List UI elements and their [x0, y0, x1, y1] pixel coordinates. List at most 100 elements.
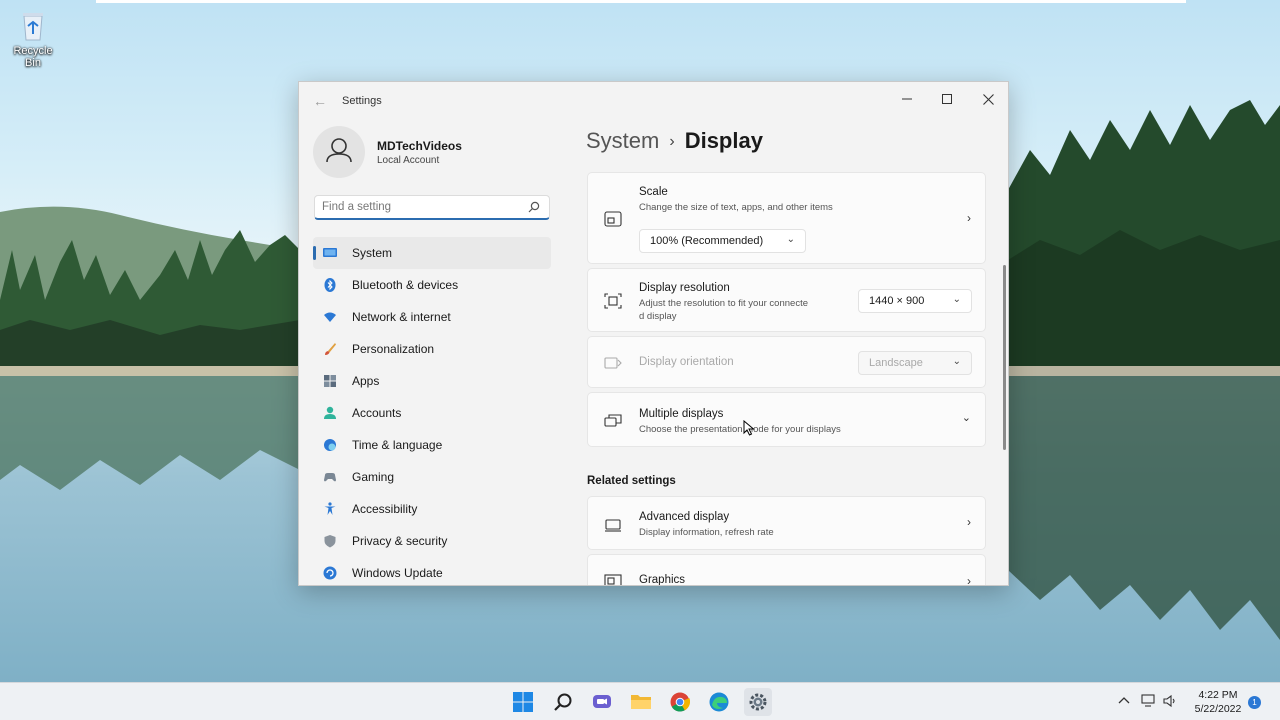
recycle-bin-shortcut[interactable]: Recycle Bin: [4, 8, 62, 69]
multiple-displays-subtitle: Choose the presentation mode for your di…: [639, 424, 841, 435]
multiple-displays-card[interactable]: Multiple displays Choose the presentatio…: [587, 392, 986, 447]
advanced-display-subtitle: Display information, refresh rate: [639, 527, 774, 538]
breadcrumb-parent[interactable]: System: [586, 128, 659, 153]
resolution-dropdown-value: 1440 × 900: [869, 295, 925, 307]
accessibility-icon: [324, 502, 336, 515]
network-icon[interactable]: [1141, 694, 1157, 711]
globe-clock-icon: [324, 439, 336, 451]
display-resolution-card: Display resolution Adjust the resolution…: [587, 268, 986, 332]
chevron-right-icon: ›: [967, 515, 971, 529]
system-clock[interactable]: 4:22 PM 5/22/2022: [1190, 688, 1246, 716]
related-settings-heading: Related settings: [587, 475, 676, 487]
search-input[interactable]: [315, 196, 515, 217]
sidebar-item-label: Privacy & security: [352, 534, 448, 548]
graphics-icon: [604, 574, 622, 585]
update-icon: [323, 566, 337, 580]
sidebar-item-label: Bluetooth & devices: [352, 278, 459, 292]
orientation-dropdown-value: Landscape: [869, 357, 923, 369]
advanced-display-title: Advanced display: [639, 511, 730, 523]
resolution-dropdown[interactable]: 1440 × 900 ⌄: [858, 289, 972, 313]
breadcrumb-separator: ›: [669, 133, 675, 150]
scale-icon: [604, 211, 622, 227]
back-arrow-icon[interactable]: ←: [313, 93, 327, 109]
page-title: Display: [684, 128, 763, 153]
avatar: [313, 126, 365, 178]
start-icon: [513, 692, 533, 712]
breadcrumb: System › Display: [586, 128, 763, 154]
multiple-displays-title: Multiple displays: [639, 408, 724, 420]
display-orientation-card: Display orientation Landscape ⌄: [587, 336, 986, 388]
orientation-title: Display orientation: [639, 356, 734, 368]
scrollbar[interactable]: [1003, 265, 1006, 450]
sidebar-item-label: Windows Update: [352, 566, 443, 580]
chevron-right-icon: ›: [967, 211, 971, 225]
scale-dropdown-value: 100% (Recommended): [650, 235, 764, 247]
orientation-icon: [604, 357, 622, 369]
minimize-icon: [902, 98, 912, 100]
sidebar-item-accounts[interactable]: Accounts: [313, 397, 551, 429]
clock-date: 5/22/2022: [1194, 703, 1242, 715]
orientation-dropdown: Landscape ⌄: [858, 351, 972, 375]
scale-dropdown[interactable]: 100% (Recommended) ⌄: [639, 229, 806, 253]
chrome-button[interactable]: [666, 688, 694, 716]
chrome-icon: [670, 692, 690, 712]
graphics-title: Graphics: [639, 574, 686, 586]
wifi-icon: [324, 312, 336, 322]
window-title: Settings: [342, 95, 382, 107]
chat-icon: [593, 695, 611, 708]
recycle-bin-icon: [18, 8, 48, 42]
taskbar-search-button[interactable]: [549, 688, 577, 716]
user-avatar-icon: [326, 138, 352, 163]
file-explorer-button[interactable]: [627, 688, 655, 716]
sidebar-item-label: Network & internet: [352, 310, 451, 324]
settings-window: ← Settings MDTechVideos Local Account Fi…: [298, 81, 1009, 586]
notification-badge[interactable]: 1: [1248, 696, 1261, 709]
start-button[interactable]: [509, 688, 537, 716]
chevron-up-icon[interactable]: [1118, 694, 1130, 708]
scale-title: Scale: [639, 186, 668, 198]
chevron-down-icon[interactable]: ⌄: [962, 411, 971, 424]
sidebar-item-label: Time & language: [352, 438, 443, 452]
system-icon: [323, 248, 337, 257]
minimize-button[interactable]: [889, 86, 925, 112]
person-icon: [324, 406, 336, 419]
sidebar-item-label: Gaming: [352, 470, 395, 484]
graphics-card[interactable]: Graphics ›: [587, 554, 986, 586]
volume-icon[interactable]: [1163, 694, 1177, 711]
recycle-bin-label: Recycle Bin: [13, 45, 53, 69]
edge-button[interactable]: [705, 688, 733, 716]
sidebar-item-label: Apps: [352, 374, 380, 388]
shield-icon: [324, 535, 336, 548]
sidebar-item-apps[interactable]: Apps: [313, 365, 551, 397]
settings-icon: [749, 693, 767, 711]
maximize-button[interactable]: [929, 86, 965, 112]
file-explorer-icon: [631, 695, 651, 709]
chevron-down-icon: ⌄: [786, 234, 795, 245]
close-button[interactable]: [970, 86, 1006, 112]
sidebar-item-time-language[interactable]: Time & language: [313, 429, 551, 461]
scale-card[interactable]: Scale Change the size of text, apps, and…: [587, 172, 986, 264]
resolution-subtitle: Adjust the resolution to fit your connec…: [639, 297, 849, 323]
resolution-title: Display resolution: [639, 282, 730, 294]
sidebar-item-privacy[interactable]: Privacy & security: [313, 525, 551, 557]
scale-subtitle: Change the size of text, apps, and other…: [639, 202, 833, 213]
multiple-displays-icon: [604, 414, 622, 427]
sidebar-item-label: Accounts: [352, 406, 402, 420]
monitor-icon: [605, 519, 621, 532]
sidebar-item-label: Accessibility: [352, 502, 418, 516]
sidebar-item-bluetooth[interactable]: Bluetooth & devices: [313, 269, 551, 301]
sidebar-item-personalization[interactable]: Personalization: [313, 333, 551, 365]
settings-search[interactable]: [314, 195, 550, 220]
sidebar-item-label: Personalization: [352, 342, 435, 356]
sidebar-item-gaming[interactable]: Gaming: [313, 461, 551, 493]
sidebar-item-windows-update[interactable]: Windows Update: [313, 557, 551, 585]
sidebar-item-network[interactable]: Network & internet: [313, 301, 551, 333]
brush-icon: [325, 343, 336, 355]
advanced-display-card[interactable]: Advanced display Display information, re…: [587, 496, 986, 550]
edge-icon: [709, 692, 729, 712]
sidebar-item-system[interactable]: System: [313, 237, 551, 269]
chat-button[interactable]: [588, 688, 616, 716]
settings-taskbar-button[interactable]: [744, 688, 772, 716]
sidebar-item-accessibility[interactable]: Accessibility: [313, 493, 551, 525]
resolution-icon: [604, 293, 622, 309]
